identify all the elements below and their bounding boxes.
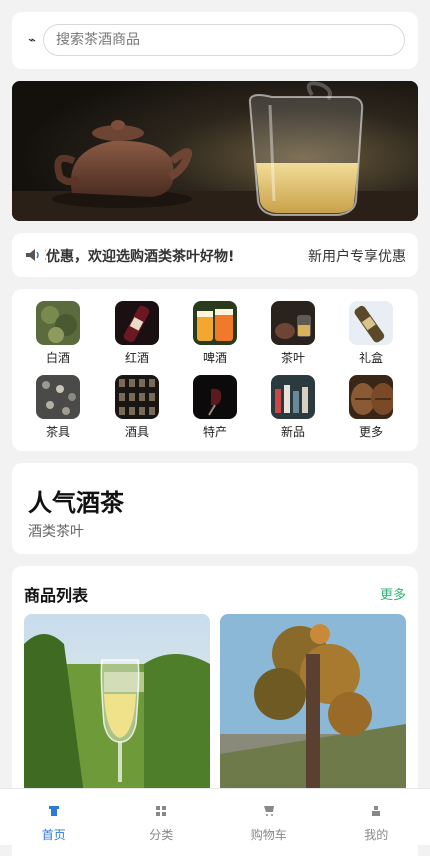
category-more[interactable]: 更多 [336, 375, 406, 440]
category-tea[interactable]: 茶叶 [258, 301, 328, 366]
grid-icon [156, 806, 166, 816]
category-wine-ware[interactable]: 酒具 [102, 375, 172, 440]
category-image [115, 375, 159, 419]
category-label: 白酒 [23, 349, 93, 366]
category-image [115, 301, 159, 345]
category-image [193, 375, 237, 419]
cart-icon [264, 806, 274, 816]
product-card[interactable] [220, 614, 406, 794]
category-label: 红酒 [102, 349, 172, 366]
product-image [220, 614, 406, 794]
category-label: 酒具 [102, 423, 172, 440]
notice-marquee[interactable]: 享优惠，欢迎选购酒类茶叶好物! [45, 246, 275, 266]
product-card[interactable] [24, 614, 210, 794]
category-image [271, 375, 315, 419]
megaphone-icon [24, 247, 40, 263]
tab-profile[interactable]: 我的 [323, 789, 430, 845]
notice-bar: 享优惠，欢迎选购酒类茶叶好物! 新用户专享优惠 [12, 233, 418, 277]
tab-label: 我的 [323, 826, 430, 843]
category-label: 新品 [258, 423, 328, 440]
popular-section[interactable]: 人气酒茶 酒类茶叶 [12, 463, 418, 554]
product-list-title: 商品列表 [24, 582, 88, 606]
category-label: 啤酒 [180, 349, 250, 366]
category-label: 礼盒 [336, 349, 406, 366]
category-label: 特产 [180, 423, 250, 440]
category-gift-box[interactable]: 礼盒 [336, 301, 406, 366]
product-list-more-link[interactable]: 更多 [380, 584, 406, 603]
banner-carousel[interactable] [12, 81, 418, 221]
tab-category[interactable]: 分类 [108, 789, 216, 845]
category-grid: 白酒 红酒 啤酒 茶叶 礼盒 茶具 酒具 [12, 289, 418, 451]
category-image [271, 301, 315, 345]
tab-home[interactable]: 首页 [0, 789, 108, 845]
search-bar: ⌁ [12, 12, 418, 69]
bottom-tab-bar: 首页 分类 购物车 我的 [0, 788, 430, 845]
notice-text: 享优惠，欢迎选购酒类茶叶好物! [45, 249, 234, 265]
category-image [349, 375, 393, 419]
category-label: 茶具 [23, 423, 93, 440]
home-icon [49, 806, 59, 816]
category-baijiu[interactable]: 白酒 [23, 301, 93, 366]
category-image [36, 301, 80, 345]
tab-label: 分类 [108, 826, 216, 843]
category-image [36, 375, 80, 419]
category-label: 茶叶 [258, 349, 328, 366]
category-image [349, 301, 393, 345]
popular-subtitle: 酒类茶叶 [28, 521, 84, 541]
banner-image [12, 81, 418, 221]
category-specialty[interactable]: 特产 [180, 375, 250, 440]
popular-title: 人气酒茶 [28, 483, 124, 518]
category-tea-set[interactable]: 茶具 [23, 375, 93, 440]
tab-label: 首页 [0, 826, 108, 843]
category-label: 更多 [336, 423, 406, 440]
category-image [193, 301, 237, 345]
category-new[interactable]: 新品 [258, 375, 328, 440]
search-input[interactable] [43, 24, 405, 56]
new-user-promo-link[interactable]: 新用户专享优惠 [308, 246, 406, 266]
user-icon [371, 806, 381, 816]
product-image [24, 614, 210, 794]
lightning-icon[interactable]: ⌁ [25, 34, 39, 48]
category-red-wine[interactable]: 红酒 [102, 301, 172, 366]
tab-label: 购物车 [215, 826, 323, 843]
category-beer[interactable]: 啤酒 [180, 301, 250, 366]
tab-cart[interactable]: 购物车 [215, 789, 323, 845]
